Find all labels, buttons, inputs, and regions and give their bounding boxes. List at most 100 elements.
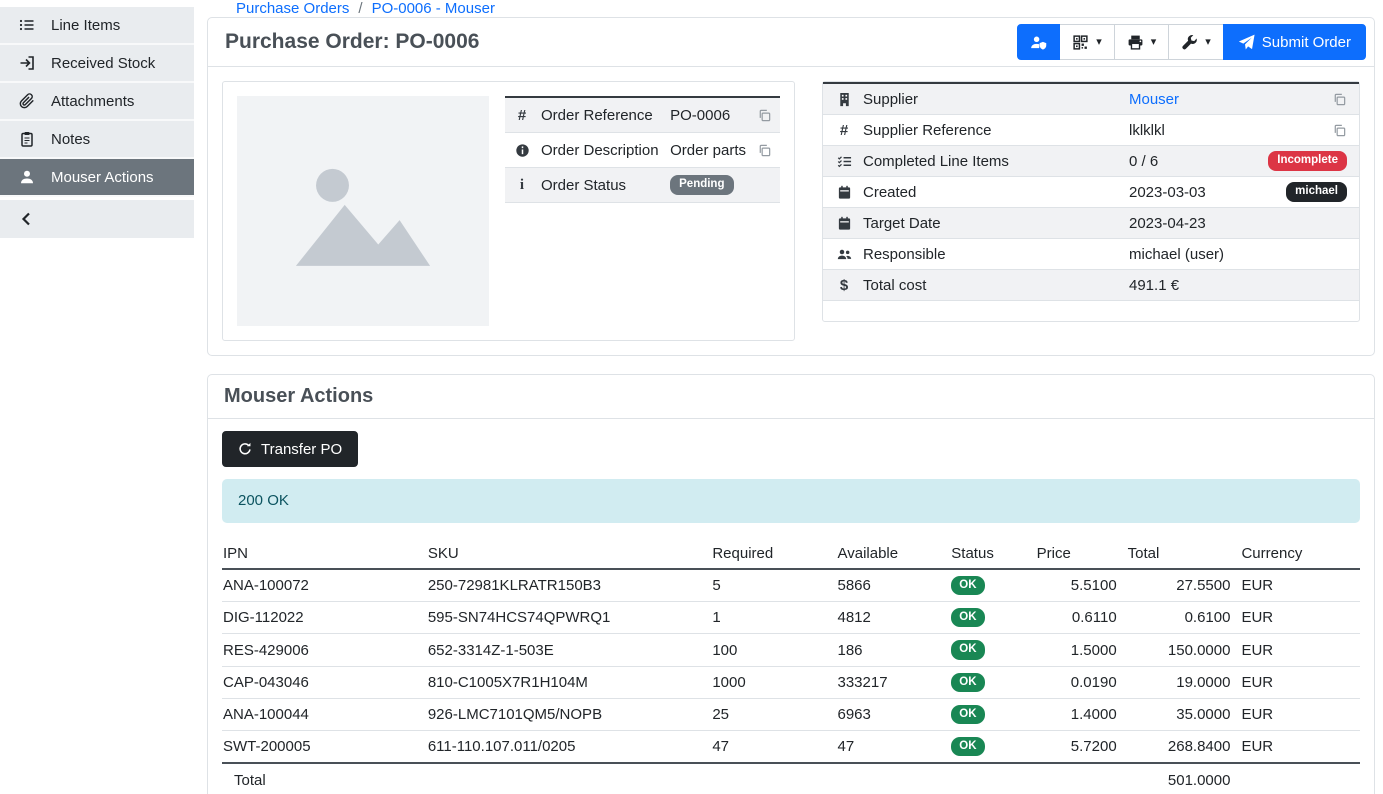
price-cell: 5.5100 — [1036, 569, 1127, 602]
status-cell: OK — [950, 569, 1035, 602]
print-actions-button[interactable]: ▾ — [1114, 24, 1170, 60]
sidebar-item-label: Mouser Actions — [51, 169, 154, 186]
footer-empty-cell — [711, 763, 836, 794]
total-cell: 35.0000 — [1127, 698, 1241, 730]
required-cell: 100 — [711, 634, 836, 666]
submit-order-button[interactable]: Submit Order — [1223, 24, 1366, 60]
total-cell: 27.5500 — [1127, 569, 1241, 602]
total-cell: 268.8400 — [1127, 731, 1241, 764]
detail-value: lklklkl — [1129, 122, 1165, 139]
status-cell: OK — [950, 634, 1035, 666]
copy-icon[interactable] — [757, 143, 772, 158]
detail-value: 491.1 € — [1129, 277, 1179, 294]
detail-value: Order parts — [670, 142, 746, 159]
button-label: Submit Order — [1262, 34, 1351, 51]
user-icon — [17, 169, 36, 185]
sidebar: Line Items Received Stock Attachments Notes… — [0, 0, 194, 794]
ok-badge: OK — [951, 737, 984, 756]
sidebar-item-label: Line Items — [51, 17, 120, 34]
breadcrumb-link-current-order[interactable]: PO-0006 - Mouser — [372, 0, 495, 17]
ipn-cell: ANA-100072 — [222, 569, 427, 602]
ipn-cell: RES-429006 — [222, 634, 427, 666]
sidebar-items: Line Items Received Stock Attachments Notes… — [0, 7, 194, 197]
detail-label: Created — [863, 184, 1119, 201]
line-items-table: IPNSKURequiredAvailableStatusPriceTotalC… — [222, 539, 1360, 794]
transfer-po-button[interactable]: Transfer PO — [222, 431, 358, 467]
ipn-cell: CAP-043046 — [222, 666, 427, 698]
info-circle-icon — [513, 143, 531, 158]
required-cell: 25 — [711, 698, 836, 730]
pending-badge: Pending — [670, 175, 733, 194]
breadcrumb: Purchase Orders / PO-0006 - Mouser — [207, 0, 1375, 17]
wrench-icon — [1181, 34, 1198, 51]
detail-label: Target Date — [863, 215, 1119, 232]
supplier-link[interactable]: Mouser — [1129, 91, 1179, 108]
copy-icon[interactable] — [1332, 92, 1347, 107]
sidebar-item-attachments[interactable]: Attachments — [0, 83, 194, 121]
column-header-total: Total — [1127, 539, 1241, 569]
printer-icon — [1127, 34, 1144, 51]
sku-cell: 611-110.107.011/0205 — [427, 731, 712, 764]
detail-label: Supplier — [863, 91, 1119, 108]
column-header-sku: SKU — [427, 539, 712, 569]
order-detail-row-order-description: Order DescriptionOrder parts — [505, 133, 780, 168]
barcode-actions-button[interactable]: ▾ — [1059, 24, 1115, 60]
available-cell: 333217 — [837, 666, 951, 698]
currency-cell: EUR — [1240, 698, 1360, 730]
copy-icon[interactable] — [1332, 123, 1347, 138]
required-cell: 1000 — [711, 666, 836, 698]
supplier-detail-row-responsible: Responsiblemichael (user) — [823, 239, 1359, 270]
copy-icon[interactable] — [757, 108, 772, 123]
price-cell: 5.7200 — [1036, 731, 1127, 764]
order-details-table: #Order ReferencePO-0006Order Description… — [505, 96, 780, 326]
sidebar-item-received-stock[interactable]: Received Stock — [0, 45, 194, 83]
qr-icon — [1072, 34, 1089, 51]
sidebar-item-notes[interactable]: Notes — [0, 121, 194, 159]
order-actions-button[interactable]: ▾ — [1168, 24, 1224, 60]
ok-badge: OK — [951, 608, 984, 627]
sidebar-item-line-items[interactable]: Line Items — [0, 7, 194, 45]
order-detail-row-order-reference: #Order ReferencePO-0006 — [505, 98, 780, 133]
table-footer-row: Total501.0000 — [222, 763, 1360, 794]
total-cell: 0.6100 — [1127, 602, 1241, 634]
sidebar-collapse-button[interactable] — [0, 200, 194, 238]
detail-label: Supplier Reference — [863, 122, 1119, 139]
line-item-row: RES-429006652-3314Z-1-503E100186OK1.5000… — [222, 634, 1360, 666]
detail-value: PO-0006 — [670, 107, 730, 124]
panel-title: Mouser Actions — [224, 385, 373, 408]
detail-value: 2023-03-03 — [1129, 184, 1206, 201]
refresh-icon — [238, 442, 252, 456]
sku-cell: 595-SN74HCS74QPWRQ1 — [427, 602, 712, 634]
user-roles-button[interactable] — [1017, 24, 1060, 60]
toolbar: ▾▾▾Submit Order — [1017, 24, 1366, 60]
order-summary-card: #Order ReferencePO-0006Order Description… — [222, 81, 795, 341]
list-check-icon — [835, 154, 853, 169]
detail-label: Order Status — [541, 177, 660, 194]
sidebar-item-label: Attachments — [51, 93, 134, 110]
price-cell: 0.0190 — [1036, 666, 1127, 698]
detail-value: michael (user) — [1129, 246, 1224, 263]
total-cell: 150.0000 — [1127, 634, 1241, 666]
sku-cell: 926-LMC7101QM5/NOPB — [427, 698, 712, 730]
image-placeholder-icon — [289, 150, 437, 272]
status-cell: OK — [950, 666, 1035, 698]
part-thumbnail[interactable] — [237, 96, 489, 326]
sidebar-item-mouser-actions[interactable]: Mouser Actions — [0, 159, 194, 197]
transfer-po-label: Transfer PO — [261, 441, 342, 458]
hash-icon: # — [513, 107, 531, 124]
breadcrumb-link-purchase-orders[interactable]: Purchase Orders — [236, 0, 349, 17]
ipn-cell: SWT-200005 — [222, 731, 427, 764]
line-item-row: SWT-200005611-110.107.011/02054747OK5.72… — [222, 731, 1360, 764]
sku-cell: 652-3314Z-1-503E — [427, 634, 712, 666]
supplier-summary-card: SupplierMouser#Supplier Referencelklklkl… — [822, 81, 1360, 322]
currency-cell: EUR — [1240, 602, 1360, 634]
detail-value: 0 / 6 — [1129, 153, 1158, 170]
sidebar-item-label: Notes — [51, 131, 90, 148]
detail-label: Completed Line Items — [863, 153, 1119, 170]
available-cell: 5866 — [837, 569, 951, 602]
footer-empty-cell — [1036, 763, 1127, 794]
user-shield-icon — [1030, 34, 1047, 51]
po-header-row: Purchase Order: PO-0006 ▾▾▾Submit Order — [208, 18, 1374, 67]
calendar-icon — [835, 216, 853, 231]
chevron-left-icon — [17, 211, 36, 227]
